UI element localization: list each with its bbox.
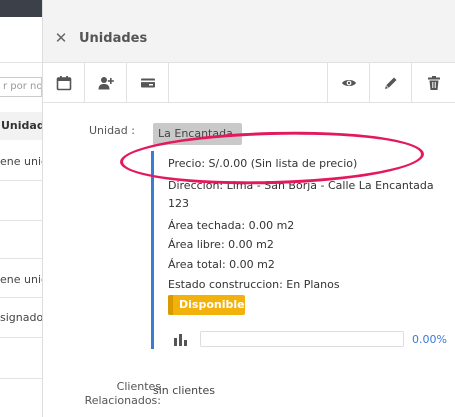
divider bbox=[0, 297, 42, 298]
divider bbox=[0, 378, 42, 379]
background-table-cell: signado bbox=[0, 311, 42, 324]
background-table-cell: ene unid bbox=[0, 273, 42, 286]
divider bbox=[0, 62, 42, 63]
pencil-icon[interactable] bbox=[369, 63, 411, 103]
estado-text: Estado construccion: En Planos bbox=[168, 278, 340, 291]
background-table-header: Unidad bbox=[0, 112, 42, 140]
panel-top-strip bbox=[43, 0, 455, 17]
calendar-icon[interactable] bbox=[43, 63, 85, 103]
divider bbox=[0, 337, 42, 338]
clientes-label: Clientes Relacionados: bbox=[84, 380, 161, 407]
panel-title: Unidades bbox=[79, 31, 148, 46]
progress-bar bbox=[200, 331, 404, 347]
card-icon[interactable] bbox=[127, 63, 169, 103]
direccion-text-cont: 123 bbox=[168, 197, 189, 210]
clientes-value: sin clientes bbox=[153, 384, 215, 397]
background-search-input[interactable]: r por no bbox=[0, 77, 42, 97]
unidades-panel: ✕ Unidades Unidad : La Encantada - E81 P… bbox=[42, 0, 455, 417]
add-user-icon[interactable] bbox=[85, 63, 127, 103]
bar-chart-icon bbox=[173, 332, 189, 346]
background-topbar bbox=[0, 0, 42, 17]
area-techada-text: Área techada: 0.00 m2 bbox=[168, 219, 295, 232]
area-total-text: Área total: 0.00 m2 bbox=[168, 258, 275, 271]
background-table-cell: ene unid bbox=[0, 155, 42, 168]
status-badge: Disponible bbox=[168, 295, 245, 315]
divider bbox=[0, 258, 42, 259]
toolbar bbox=[43, 63, 455, 103]
unidad-label: Unidad : bbox=[89, 124, 135, 137]
close-icon[interactable]: ✕ bbox=[52, 29, 70, 47]
background-page: r por no Unidad ene unid ene unid signad… bbox=[0, 0, 42, 417]
divider bbox=[0, 180, 42, 181]
eye-icon[interactable] bbox=[327, 63, 369, 103]
progress-percentage: 0.00% bbox=[412, 333, 447, 346]
divider bbox=[0, 220, 42, 221]
area-libre-text: Área libre: 0.00 m2 bbox=[168, 238, 274, 251]
trash-icon[interactable] bbox=[411, 63, 455, 103]
panel-header: ✕ Unidades bbox=[43, 17, 455, 63]
